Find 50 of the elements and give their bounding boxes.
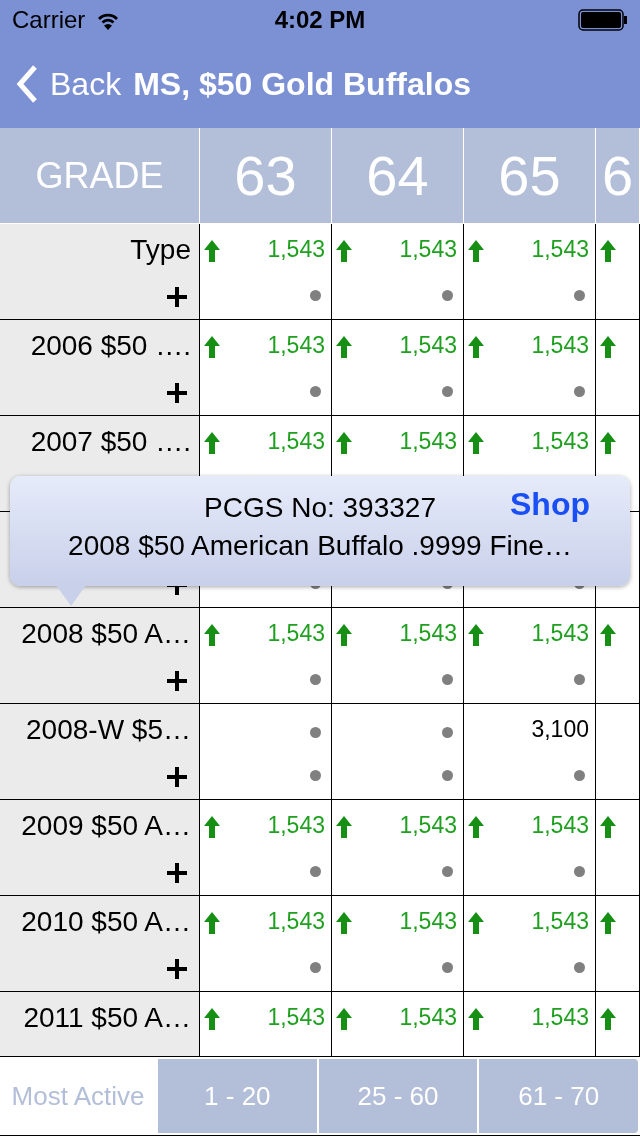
shop-link[interactable]: Shop [510,486,590,523]
plus-icon[interactable] [167,767,187,787]
price-value: 1,543 [531,812,589,839]
grade-header: GRADE [0,128,200,223]
coin-name[interactable]: 2006 $50 …. [30,330,191,362]
grade-header: 65 [464,128,596,223]
grade-header: 6 [596,128,640,223]
price-value: 1,543 [531,428,589,455]
coin-name[interactable]: 2010 $50 A… [21,906,191,938]
coin-name[interactable]: 2009 $50 A… [21,810,191,842]
plus-icon[interactable] [167,863,187,883]
pcgs-number: PCGS No: 393327 [204,492,436,524]
price-value: 1,543 [531,620,589,647]
price-value: 1,543 [399,428,457,455]
coin-name[interactable]: 2008-W $5… [26,714,191,746]
price-value: 1,543 [267,236,325,263]
price-value: 1,543 [531,236,589,263]
price-value: 1,543 [267,428,325,455]
grade-header: 63 [200,128,332,223]
plus-icon[interactable] [167,959,187,979]
price-value: 1,543 [531,332,589,359]
battery-icon [578,9,628,31]
price-value: 1,543 [399,236,457,263]
price-value: 1,543 [531,1004,589,1031]
plus-icon[interactable] [167,287,187,307]
coin-name[interactable]: 2008 $50 A… [21,618,191,650]
coin-name[interactable]: 2011 $50 A… [23,1002,191,1034]
price-value: 1,543 [399,812,457,839]
price-value: 1,543 [531,908,589,935]
chevron-left-icon [16,65,38,103]
popover-pointer [56,585,86,607]
plus-icon[interactable] [167,383,187,403]
plus-icon[interactable] [167,671,187,691]
price-value: 1,543 [267,620,325,647]
coin-name[interactable]: Type [130,234,191,266]
price-value: 1,543 [399,908,457,935]
price-value: 1,543 [267,908,325,935]
coin-name[interactable]: 2007 $50 …. [30,426,191,458]
screen-title: MS, $50 Gold Buffalos [133,65,471,103]
price-value: 1,543 [399,332,457,359]
clock-time: 4:02 PM [274,6,366,34]
price-value: 1,543 [399,1004,457,1031]
price-value: 1,543 [267,1004,325,1031]
price-value: 1,543 [399,620,457,647]
price-value: 1,543 [267,332,325,359]
price-value: 1,543 [267,812,325,839]
coin-description: 2008 $50 American Buffalo .9999 Fine… [68,530,572,562]
price-value: 3,100 [531,716,589,743]
carrier-name: Carrier [12,6,86,34]
grade-header: 64 [332,128,464,223]
